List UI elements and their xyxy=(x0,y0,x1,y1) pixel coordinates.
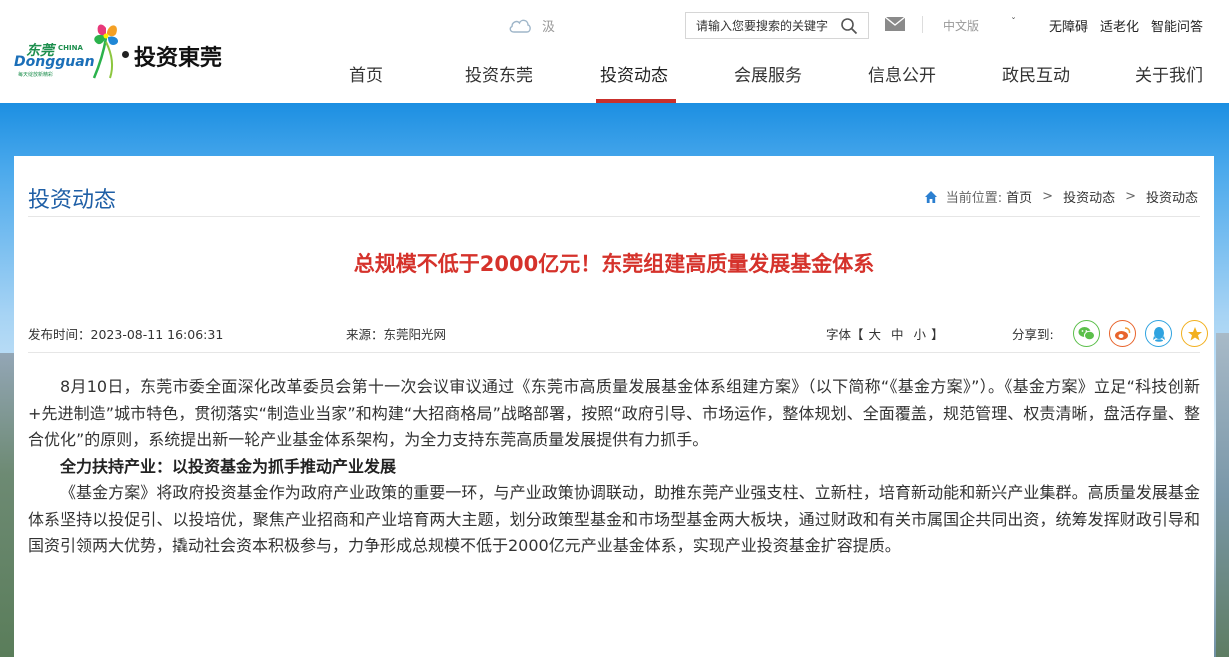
breadcrumb-invest-news[interactable]: 投资动态 xyxy=(1063,187,1115,206)
nav-about[interactable]: 关于我们 xyxy=(1135,61,1203,86)
font-size-medium[interactable]: 中 xyxy=(891,327,904,342)
weather-widget: 汲 xyxy=(508,14,555,36)
article-meta: 发布时间：2023-08-11 16:06:31 来源：东莞阳光网 字体【大中小… xyxy=(28,320,1208,347)
share-qq-button[interactable] xyxy=(1145,320,1172,347)
nav-active-indicator xyxy=(596,99,676,103)
source-info: 来源：东莞阳光网 xyxy=(346,324,446,343)
nav-home[interactable]: 首页 xyxy=(349,61,383,86)
share-wechat-button[interactable] xyxy=(1073,320,1100,347)
share-favorite-button[interactable] xyxy=(1181,320,1208,347)
breadcrumb-home[interactable]: 首页 xyxy=(1006,187,1032,206)
logo-dongguan-en: Dongguan xyxy=(14,54,95,70)
nav-interaction[interactable]: 政民互动 xyxy=(1002,61,1070,86)
nav-invest-dongguan[interactable]: 投资东莞 xyxy=(465,61,533,86)
breadcrumb-separator: > xyxy=(1042,189,1054,204)
language-selector[interactable]: 中文版 xyxy=(943,17,979,34)
city-skyline-left xyxy=(0,353,14,657)
section-title: 投资动态 xyxy=(28,188,117,213)
font-size-close: 】 xyxy=(931,327,944,342)
breadcrumb-label: 当前位置: xyxy=(945,191,1003,206)
publish-label: 发布时间： xyxy=(28,327,91,342)
logo-china: CHINA xyxy=(58,44,83,52)
header-divider xyxy=(922,16,923,33)
star-icon xyxy=(1187,326,1202,340)
article-paragraph: 《基金方案》将政府投资基金作为政府产业政策的重要一环，与产业政策协调联动，助推东… xyxy=(28,483,1200,555)
publish-info: 发布时间：2023-08-11 16:06:31 xyxy=(28,324,223,343)
top-links: 无障碍 适老化 智能问答 xyxy=(1049,16,1203,35)
logo-dot xyxy=(122,51,129,58)
breadcrumb-separator: > xyxy=(1125,189,1136,204)
font-size-large[interactable]: 大 xyxy=(869,327,882,342)
content-panel: 投资动态 当前位置: 首页 > 投资动态 > 投资动态 总规模不低于2000亿元… xyxy=(14,156,1214,657)
font-size-label: 字体【 xyxy=(826,327,864,342)
source-value: 东莞阳光网 xyxy=(383,327,447,342)
flower-logo-icon xyxy=(92,24,119,79)
site-logo[interactable]: 东莞 CHINA Dongguan 每天绽放新精彩 投资東莞 xyxy=(14,20,239,86)
qq-icon xyxy=(1152,326,1165,342)
font-size-small[interactable]: 小 xyxy=(914,327,927,342)
share-weibo-button[interactable] xyxy=(1109,320,1136,347)
logo-site-name: 投资東莞 xyxy=(134,45,223,71)
city-skyline-right xyxy=(1216,333,1229,657)
cloud-icon xyxy=(509,19,531,33)
weibo-icon xyxy=(1115,327,1131,340)
font-size-control: 字体【大中小】 xyxy=(826,324,944,343)
site-header: 东莞 CHINA Dongguan 每天绽放新精彩 投资東莞 汲 请输入您要搜索… xyxy=(0,0,1229,103)
article-paragraph: 8月10日，东莞市委全面深化改革委员会第十一次会议审议通过《东莞市高质量发展基金… xyxy=(28,377,1200,449)
share-label: 分享到: xyxy=(1012,327,1054,342)
nav-invest-news[interactable]: 投资动态 xyxy=(600,61,668,86)
main-nav: 首页 投资东莞 投资动态 会展服务 信息公开 政民互动 关于我们 xyxy=(300,55,1229,103)
wechat-icon xyxy=(1078,327,1095,341)
nav-exhibition[interactable]: 会展服务 xyxy=(734,61,802,86)
nav-info-disclosure[interactable]: 信息公开 xyxy=(868,61,936,86)
source-label: 来源： xyxy=(346,327,384,342)
section-divider xyxy=(28,216,1200,217)
logo-slogan: 每天绽放新精彩 xyxy=(18,72,54,78)
breadcrumb: 当前位置: 首页 > 投资动态 > 投资动态 xyxy=(924,187,1198,206)
chevron-down-icon[interactable]: ˇ xyxy=(1011,17,1016,28)
elderly-mode-link[interactable]: 适老化 xyxy=(1100,16,1139,35)
smart-qa-link[interactable]: 智能问答 xyxy=(1151,16,1203,35)
article-body: 8月10日，东莞市委全面深化改革委员会第十一次会议审议通过《东莞市高质量发展基金… xyxy=(28,374,1200,560)
publish-time: 2023-08-11 16:06:31 xyxy=(90,327,224,342)
home-icon xyxy=(924,190,937,203)
meta-divider xyxy=(28,352,1200,353)
mail-icon[interactable] xyxy=(884,15,906,33)
article-subheading: 全力扶持产业：以投资基金为抓手推动产业发展 xyxy=(60,456,397,476)
article-title: 总规模不低于2000亿元！东莞组建高质量发展基金体系 xyxy=(353,252,875,276)
search-box[interactable] xyxy=(685,12,869,39)
breadcrumb-current[interactable]: 投资动态 xyxy=(1146,187,1198,206)
accessibility-link[interactable]: 无障碍 xyxy=(1049,16,1088,35)
search-icon[interactable] xyxy=(840,17,858,35)
search-input[interactable] xyxy=(686,13,836,38)
weather-text: 汲 xyxy=(542,19,556,35)
